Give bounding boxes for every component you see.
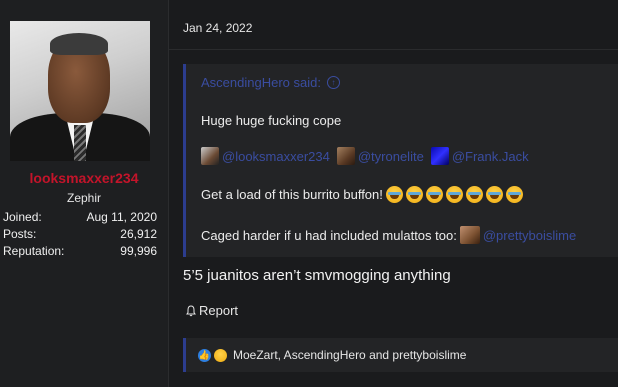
laughing-emoji-icon bbox=[425, 186, 443, 203]
mention-avatar-icon bbox=[459, 226, 480, 244]
avatar-tie bbox=[74, 125, 86, 161]
quote-author[interactable]: AscendingHero said: bbox=[201, 75, 321, 90]
stat-reputation: Reputation: 99,996 bbox=[3, 244, 157, 258]
reactions-text[interactable]: MoeZart, AscendingHero and prettyboislim… bbox=[233, 348, 466, 362]
user-sidebar: looksmaxxer234 Zephir Joined: Aug 11, 20… bbox=[0, 0, 169, 387]
quote-line: Caged harder if u had included mulattos … bbox=[201, 226, 576, 244]
bell-icon bbox=[186, 304, 196, 316]
stat-posts: Posts: 26,912 bbox=[3, 227, 157, 241]
like-icon: 👍 bbox=[198, 348, 211, 362]
username-link[interactable]: looksmaxxer234 bbox=[0, 170, 168, 186]
laughing-emoji-icon bbox=[445, 186, 463, 203]
mention-avatar-icon bbox=[201, 147, 219, 165]
stat-value: 26,912 bbox=[120, 227, 157, 241]
post-body: 5’5 juanitos aren’t smvmogging anything bbox=[183, 267, 451, 284]
mention-link[interactable]: @tyronelite bbox=[358, 149, 424, 164]
mention-avatar-icon bbox=[336, 147, 355, 165]
avatar[interactable] bbox=[10, 21, 150, 161]
post-main: Jan 24, 2022 AscendingHero said: ↑ Huge … bbox=[169, 0, 618, 387]
mention-link[interactable]: @Frank.Jack bbox=[452, 149, 529, 164]
divider bbox=[169, 49, 618, 50]
mention-avatar-icon bbox=[430, 147, 449, 165]
haha-icon bbox=[214, 348, 227, 362]
laughing-emoji-icon bbox=[465, 186, 483, 203]
quote-header[interactable]: AscendingHero said: ↑ bbox=[201, 75, 340, 90]
laughing-emoji-icon bbox=[485, 186, 503, 203]
post-date[interactable]: Jan 24, 2022 bbox=[183, 21, 252, 35]
stat-joined: Joined: Aug 11, 2020 bbox=[3, 210, 157, 224]
stat-label: Reputation: bbox=[3, 244, 65, 258]
quote-line: Huge huge fucking cope bbox=[201, 113, 342, 128]
quote-text: Caged harder if u had included mulattos … bbox=[201, 227, 457, 243]
up-arrow-icon[interactable]: ↑ bbox=[326, 76, 340, 89]
user-title: Zephir bbox=[66, 191, 101, 205]
laughing-emoji-icon bbox=[385, 186, 403, 203]
quote-line: Get a load of this burrito buffon! bbox=[201, 186, 523, 203]
quote-block: AscendingHero said: ↑ Huge huge fucking … bbox=[183, 64, 618, 257]
stat-label: Joined: bbox=[3, 210, 42, 224]
report-button[interactable]: Report bbox=[185, 303, 238, 318]
stat-value: 99,996 bbox=[120, 244, 157, 258]
reactions-bar[interactable]: 👍 MoeZart, AscendingHero and prettyboisl… bbox=[183, 338, 618, 372]
quote-mentions: @looksmaxxer234 @tyronelite @Frank.Jack bbox=[201, 147, 529, 165]
laughing-emoji-icon bbox=[405, 186, 423, 203]
stat-value: Aug 11, 2020 bbox=[86, 210, 157, 224]
report-label: Report bbox=[199, 303, 239, 318]
mention-link[interactable]: @prettyboislime bbox=[483, 228, 576, 243]
avatar-hair bbox=[50, 33, 108, 55]
quote-text: Get a load of this burrito buffon! bbox=[201, 187, 383, 202]
laughing-emoji-icon bbox=[505, 186, 523, 203]
stat-label: Posts: bbox=[3, 227, 37, 241]
mention-link[interactable]: @looksmaxxer234 bbox=[222, 149, 330, 164]
